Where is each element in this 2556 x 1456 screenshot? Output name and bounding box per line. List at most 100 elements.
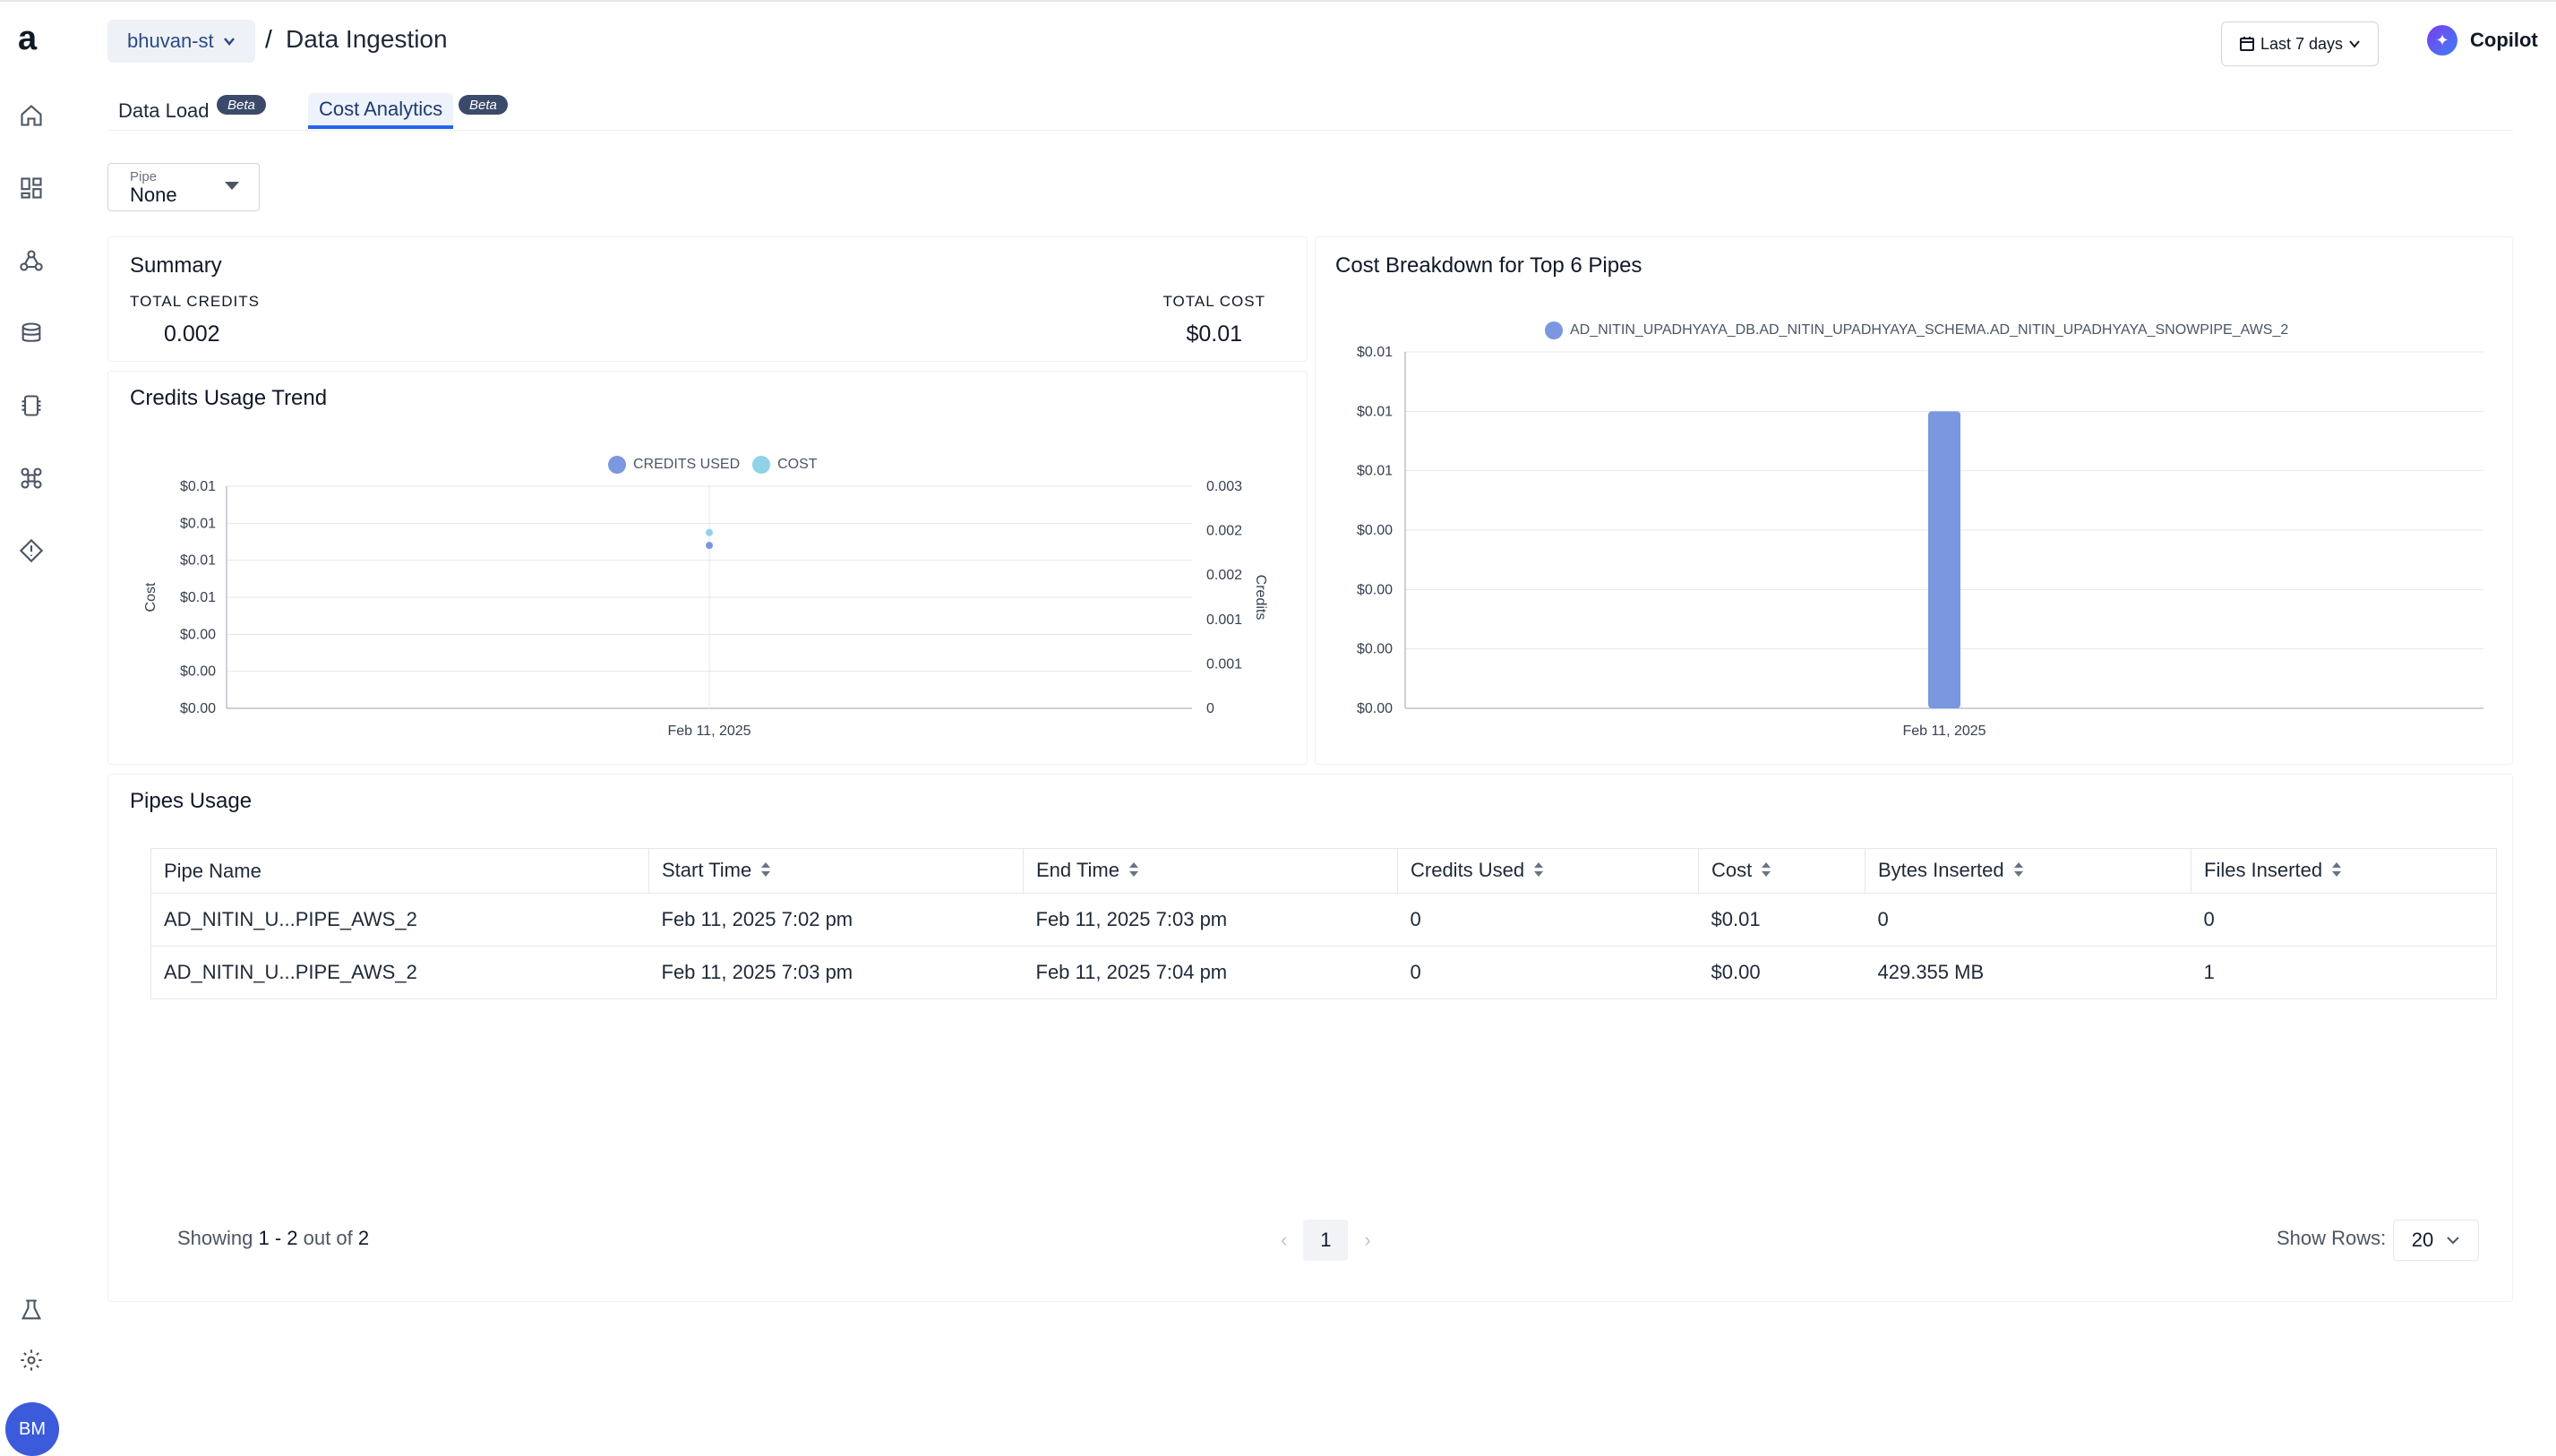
pagination-summary: Showing 1 - 2 out of 2	[177, 1227, 369, 1250]
cell-files-inserted: 0	[2191, 893, 2497, 946]
column-label: End Time	[1036, 858, 1119, 881]
user-avatar[interactable]: BM	[5, 1402, 59, 1456]
pipe-select-value: None	[130, 184, 177, 206]
sort-icon[interactable]	[1761, 860, 1771, 883]
pipes-usage-table: Pipe Name Start Time End Time Credits Us…	[150, 848, 2497, 999]
cost-breakdown-chart: $0.00 $0.00 $0.00 $0.00 $0.01 $0.01 $0.01 Feb 1…	[1357, 345, 2483, 739]
y-tick-label: $0.00	[180, 627, 216, 642]
credits-trend-panel: Credits Usage Trend CREDITS USED COST $0…	[107, 371, 1308, 765]
sort-icon[interactable]	[1533, 860, 1544, 883]
y-tick-label: $0.01	[1357, 345, 1393, 360]
total-credits-value: 0.002	[164, 321, 220, 347]
date-range-label: Last 7 days	[2260, 34, 2344, 53]
y-tick-label: $0.00	[1357, 642, 1393, 657]
sort-icon[interactable]	[760, 860, 771, 883]
data-point-credits	[706, 542, 713, 550]
chip-icon[interactable]	[18, 392, 45, 419]
cell-start-time: Feb 11, 2025 7:03 pm	[648, 946, 1024, 999]
summary-title: Summary	[130, 253, 222, 278]
sort-icon[interactable]	[2331, 860, 2342, 883]
x-tick-label: Feb 11, 2025	[1902, 724, 1986, 739]
date-range-picker[interactable]: Last 7 days	[2221, 21, 2379, 66]
cell-end-time: Feb 11, 2025 7:03 pm	[1023, 893, 1398, 946]
col-bytes-inserted[interactable]: Bytes Inserted	[1865, 848, 2191, 894]
show-rows-value: 20	[2411, 1229, 2434, 1251]
show-rows-select[interactable]: 20	[2393, 1220, 2479, 1261]
tab-label: Data Load	[118, 99, 210, 122]
col-pipe-name: Pipe Name	[150, 848, 649, 894]
y2-tick-label: 0.001	[1206, 656, 1242, 672]
command-icon[interactable]	[18, 465, 45, 492]
x-tick-label: Feb 11, 2025	[667, 724, 751, 739]
y-tick-label: $0.00	[1357, 523, 1393, 538]
chevron-left-icon[interactable]: ‹	[1281, 1229, 1287, 1252]
y2-tick-label: 0.002	[1206, 524, 1242, 539]
sort-icon[interactable]	[2013, 860, 2024, 883]
tab-data-load[interactable]: Data Load	[118, 93, 210, 129]
workflow-icon[interactable]	[18, 247, 45, 274]
cell-cost: $0.01	[1698, 893, 1866, 946]
copilot-label: Copilot	[2470, 29, 2538, 51]
settings-icon[interactable]	[18, 1347, 45, 1374]
column-label: Files Inserted	[2204, 858, 2323, 881]
showing-total: 2	[357, 1227, 370, 1249]
breadcrumb-separator: /	[265, 25, 272, 53]
col-credits-used[interactable]: Credits Used	[1397, 848, 1699, 894]
cell-pipe-name: AD_NITIN_U...PIPE_AWS_2	[150, 893, 649, 946]
y-tick-label: $0.01	[1357, 404, 1393, 419]
total-cost-label: TOTAL COST	[1162, 293, 1265, 310]
total-cost-value: $0.01	[1186, 321, 1242, 347]
credits-trend-chart: $0.00 $0.00 $0.00 $0.01 $0.01 $0.01 $0.01 0 0.00…	[143, 479, 1268, 739]
y-tick-label: $0.01	[180, 553, 216, 569]
page-button[interactable]: 1	[1303, 1220, 1349, 1261]
cell-credits-used: 0	[1397, 946, 1699, 999]
y2-tick-label: 0.003	[1206, 479, 1242, 494]
y-tick-label: $0.01	[1357, 464, 1393, 479]
cell-bytes-inserted: 0	[1865, 893, 2191, 946]
showing-mid: out of	[303, 1227, 353, 1249]
y-tick-label: $0.01	[180, 590, 216, 605]
database-icon[interactable]	[18, 320, 45, 347]
y-tick-label: $0.00	[180, 701, 216, 716]
table-header-row: Pipe Name Start Time End Time Credits Us…	[150, 848, 2497, 894]
org-selector[interactable]: bhuvan-st	[107, 20, 255, 63]
home-icon[interactable]	[18, 102, 45, 129]
dashboard-icon[interactable]	[18, 175, 45, 201]
page-title: Data Ingestion	[286, 25, 448, 53]
data-point-cost	[706, 528, 713, 536]
chevron-down-icon	[2447, 1237, 2459, 1245]
tab-cost-analytics[interactable]: Cost Analytics	[308, 93, 454, 129]
beta-badge: Beta	[459, 95, 508, 115]
y2-tick-label: 0	[1206, 701, 1214, 716]
show-rows-label: Show Rows:	[2277, 1227, 2387, 1249]
table-row[interactable]: AD_NITIN_U...PIPE_AWS_2 Feb 11, 2025 7:0…	[150, 893, 2497, 946]
col-cost[interactable]: Cost	[1698, 848, 1866, 894]
app-logo[interactable]: a	[18, 21, 37, 56]
column-label: Bytes Inserted	[1878, 858, 2004, 881]
tab-label: Cost Analytics	[319, 98, 443, 120]
column-label: Pipe Name	[164, 859, 262, 882]
col-end-time[interactable]: End Time	[1023, 848, 1398, 894]
copilot-button[interactable]: ✦ Copilot	[2427, 25, 2538, 56]
showing-prefix: Showing	[177, 1227, 253, 1249]
cost-breakdown-panel: Cost Breakdown for Top 6 Pipes AD_NITIN_…	[1315, 236, 2513, 765]
chevron-down-icon	[2349, 40, 2360, 48]
chevron-down-icon	[223, 38, 235, 46]
tab-bar: Data Load Beta Cost Analytics Beta	[107, 88, 2513, 131]
lab-flask-icon[interactable]	[18, 1297, 45, 1323]
chevron-right-icon[interactable]: ›	[1364, 1229, 1370, 1252]
column-label: Cost	[1711, 858, 1753, 881]
pipes-usage-title: Pipes Usage	[130, 789, 253, 813]
cell-credits-used: 0	[1397, 893, 1699, 946]
y-tick-label: $0.00	[1357, 701, 1393, 716]
summary-panel: Summary TOTAL CREDITS 0.002 TOTAL COST $…	[107, 236, 1308, 362]
showing-range: 1 - 2	[258, 1227, 298, 1249]
diamond-alert-icon[interactable]	[18, 537, 45, 564]
y-tick-label: $0.01	[180, 479, 216, 494]
col-files-inserted[interactable]: Files Inserted	[2191, 848, 2497, 894]
table-row[interactable]: AD_NITIN_U...PIPE_AWS_2 Feb 11, 2025 7:0…	[150, 946, 2497, 999]
y2-tick-label: 0.002	[1206, 568, 1242, 583]
sort-icon[interactable]	[1128, 860, 1139, 883]
col-start-time[interactable]: Start Time	[648, 848, 1024, 894]
pipe-select[interactable]: Pipe None	[107, 163, 260, 211]
